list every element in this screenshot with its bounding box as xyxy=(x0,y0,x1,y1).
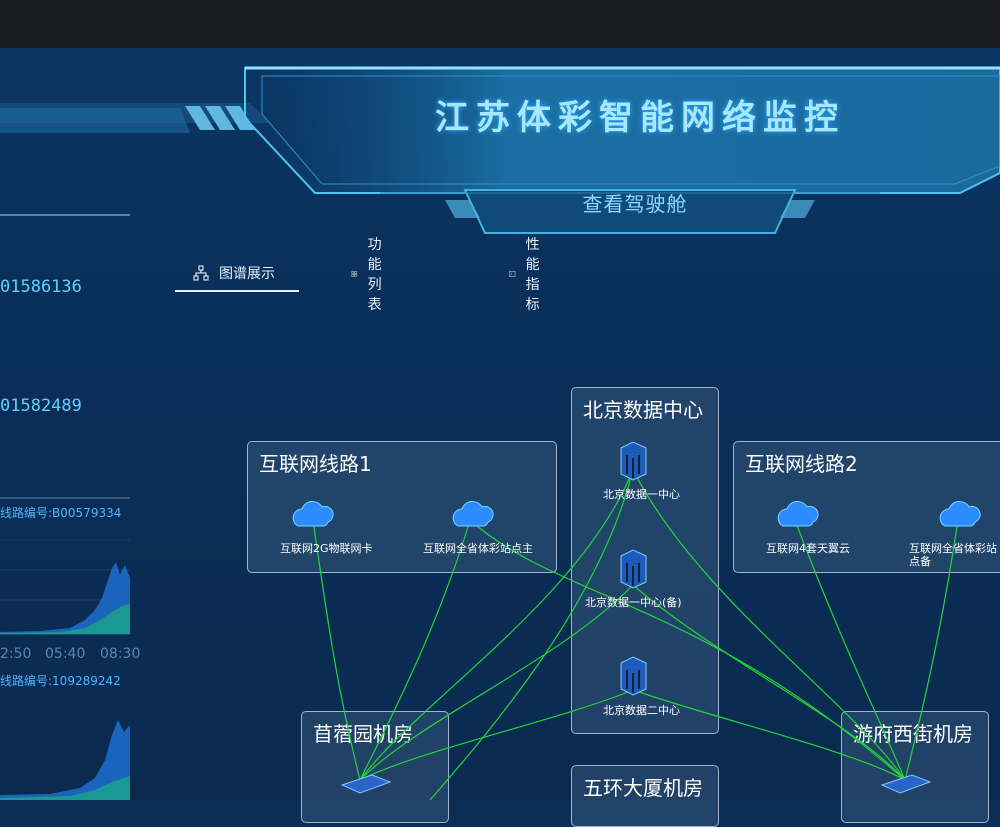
node-internet-tianyi-cloud[interactable]: 互联网4套天翼云 xyxy=(766,542,886,555)
node-beijing-dc1[interactable]: 北京数据一中心 xyxy=(603,488,713,501)
switch-icon[interactable] xyxy=(340,774,392,794)
cloud-icon[interactable] xyxy=(939,501,981,527)
node-internet-2g-iot[interactable]: 互联网2G物联网卡 xyxy=(280,542,400,555)
cloud-icon[interactable] xyxy=(452,501,494,527)
node-internet-lottery-backup[interactable]: 互联网全省体彩站点备 xyxy=(909,542,999,568)
server-icon[interactable] xyxy=(620,656,647,696)
topology-links xyxy=(292,441,981,800)
server-icon[interactable] xyxy=(620,441,647,481)
node-internet-lottery-primary[interactable]: 互联网全省体彩站点主 xyxy=(423,542,533,555)
server-icon[interactable] xyxy=(620,549,647,589)
cloud-icon[interactable] xyxy=(292,501,334,527)
node-beijing-dc1-backup[interactable]: 北京数据一中心(备) xyxy=(585,596,715,609)
cloud-icon[interactable] xyxy=(777,501,819,527)
node-beijing-dc2[interactable]: 北京数据二中心 xyxy=(603,704,713,717)
switch-icon[interactable] xyxy=(880,774,932,794)
